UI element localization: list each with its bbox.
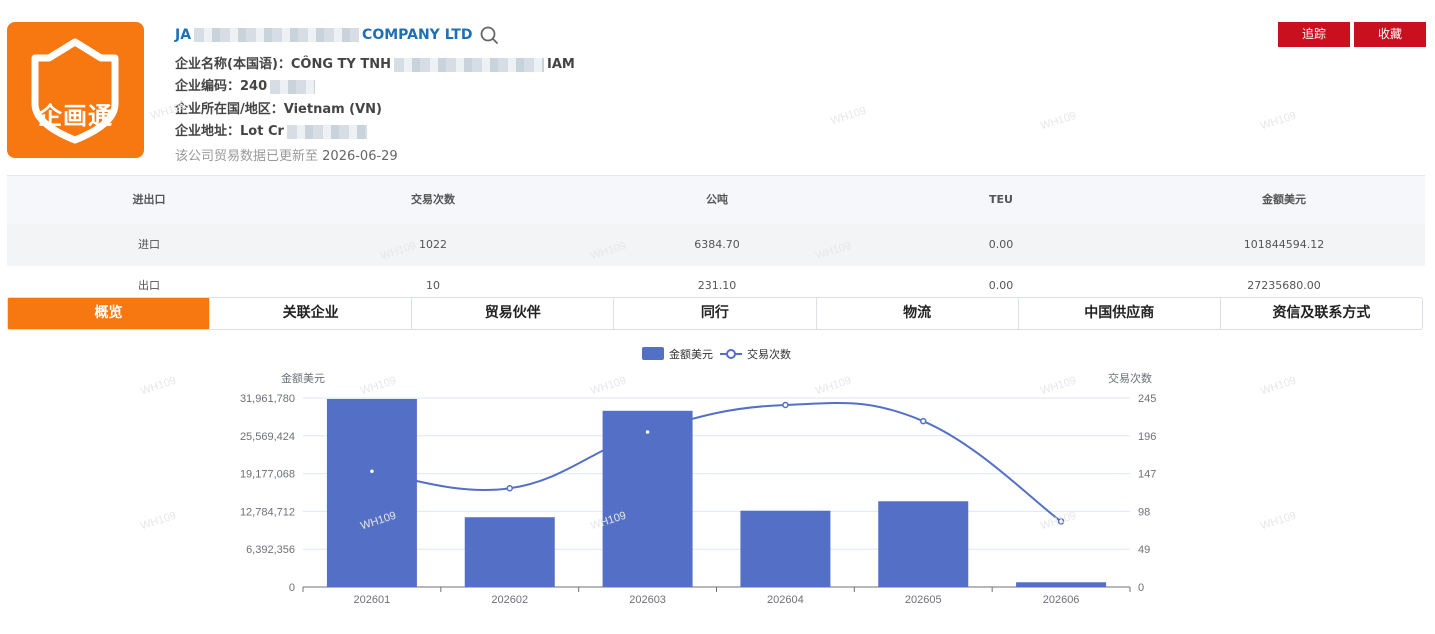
watermark-text: WH109 bbox=[829, 104, 868, 128]
company-logo: 企画通 bbox=[7, 22, 144, 158]
x-tick-label: 202603 bbox=[629, 594, 666, 606]
stats-header-cell: 金额美元 bbox=[1262, 193, 1306, 206]
legend-swatch-count-dot bbox=[726, 349, 736, 359]
stats-cell: 10 bbox=[426, 279, 440, 292]
update-line: 该公司贸易数据已更新至 2026-06-29 bbox=[175, 145, 398, 164]
trade-chart: 0 0 6,392,356 49 12,784,712 98 19,177,068 147 25… bbox=[0, 340, 1435, 634]
watermark-text: WH109 bbox=[1039, 109, 1078, 133]
y-tick-label: 0 bbox=[289, 582, 295, 594]
legend-swatch-amount bbox=[642, 347, 664, 360]
stats-cell: 出口 bbox=[138, 279, 160, 292]
watermark-text: WH109 bbox=[1259, 109, 1298, 133]
bar-202606 bbox=[1016, 582, 1107, 587]
stats-cell: 0.00 bbox=[988, 238, 1014, 251]
y-axis-title: 金额美元 bbox=[281, 371, 325, 385]
stats-cell: 1022 bbox=[419, 238, 447, 251]
legend-label-count: 交易次数 bbox=[747, 347, 791, 361]
redacted-block bbox=[194, 28, 360, 42]
y-tick-label: 19,177,068 bbox=[240, 469, 295, 481]
address-label: 企业地址： bbox=[175, 124, 241, 139]
table-row: 进口 1022 6384.70 0.00 101844594.12 bbox=[7, 224, 1425, 266]
y2-tick-label: 0 bbox=[1138, 582, 1144, 594]
tab-trade-partners[interactable]: 贸易伙伴 bbox=[412, 298, 615, 329]
stats-header-row: 进出口 交易次数 公吨 TEU 金额美元 bbox=[7, 176, 1425, 224]
company-name-prefix: JA bbox=[175, 27, 192, 43]
stats-cell: 231.10 bbox=[697, 279, 737, 292]
y2-tick-label: 147 bbox=[1138, 469, 1156, 481]
country-label: 企业所在国/地区： bbox=[175, 102, 284, 117]
stats-header-cell: 公吨 bbox=[706, 193, 728, 206]
local-name-line: 企业名称(本国语)：CÔNG TY TNH IAM bbox=[175, 53, 575, 72]
line-point-202602 bbox=[506, 485, 513, 492]
x-tick-label: 202601 bbox=[354, 594, 391, 606]
country-value: Vietnam (VN) bbox=[283, 102, 382, 117]
favorite-button[interactable]: 收藏 bbox=[1354, 22, 1426, 47]
stats-cell: 27235680.00 bbox=[1247, 279, 1321, 292]
y-tick-label: 12,784,712 bbox=[240, 506, 295, 518]
tab-peers[interactable]: 同行 bbox=[614, 298, 817, 329]
address-line: 企业地址：Lot Cr bbox=[175, 120, 370, 139]
redacted-block bbox=[394, 57, 544, 72]
tab-bar: 概览 关联企业 贸易伙伴 同行 物流 中国供应商 资信及联系方式 bbox=[7, 297, 1423, 330]
line-point-202605 bbox=[920, 417, 927, 425]
y-tick-label: 25,569,424 bbox=[240, 431, 295, 443]
bar-202602 bbox=[464, 517, 555, 587]
redacted-block bbox=[286, 124, 367, 139]
code-line: 企业编码：240 bbox=[175, 75, 318, 94]
y2-axis-title: 交易次数 bbox=[1108, 371, 1152, 385]
y2-tick-label: 196 bbox=[1138, 431, 1156, 443]
company-name-suffix: COMPANY LTD bbox=[362, 27, 473, 43]
trade-chart-svg: 0 0 6,392,356 49 12,784,712 98 19,177,068 147 25… bbox=[240, 347, 1156, 606]
trade-stats-table: 进出口 交易次数 公吨 TEU 金额美元 进口 1022 6384.70 0.0… bbox=[7, 175, 1425, 298]
bar-202601 bbox=[326, 398, 417, 587]
tab-overview[interactable]: 概览 bbox=[8, 298, 210, 329]
local-name-suffix: IAM bbox=[547, 57, 575, 72]
bar-202604 bbox=[740, 510, 831, 587]
tab-logistics[interactable]: 物流 bbox=[817, 298, 1019, 329]
code-value: 240 bbox=[240, 79, 268, 94]
stats-header-cell: 交易次数 bbox=[411, 193, 455, 206]
x-tick-label: 202605 bbox=[905, 594, 942, 606]
y2-tick-label: 49 bbox=[1138, 544, 1150, 556]
watermark-text: WH109 bbox=[149, 99, 188, 123]
line-point-202601 bbox=[368, 468, 376, 475]
legend-label-amount: 金额美元 bbox=[669, 347, 713, 361]
y2-tick-label: 98 bbox=[1138, 506, 1150, 518]
address-value: Lot Cr bbox=[240, 124, 284, 139]
local-name-prefix: CÔNG TY TNH bbox=[290, 57, 391, 72]
table-row: 出口 10 231.10 0.00 27235680.00 bbox=[7, 266, 1425, 298]
stats-header-cell: 进出口 bbox=[132, 193, 166, 206]
search-icon[interactable] bbox=[479, 25, 499, 45]
shield-icon bbox=[31, 38, 119, 144]
company-name: JA COMPANY LTD bbox=[175, 27, 472, 43]
country-line: 企业所在国/地区：Vietnam (VN) bbox=[175, 98, 382, 117]
y-tick-label: 31,961,780 bbox=[240, 393, 295, 405]
code-label: 企业编码： bbox=[175, 79, 241, 94]
bar-202603 bbox=[602, 410, 693, 587]
tab-credit-contact[interactable]: 资信及联系方式 bbox=[1221, 298, 1422, 329]
update-date: 2026-06-29 bbox=[322, 149, 398, 164]
stats-cell: 0.00 bbox=[988, 279, 1014, 292]
stats-cell: 进口 bbox=[138, 238, 160, 251]
stats-header-cell: TEU bbox=[989, 193, 1013, 206]
x-tick-label: 202604 bbox=[767, 594, 804, 606]
line-point-202603 bbox=[644, 428, 651, 436]
x-tick-label: 202602 bbox=[491, 594, 528, 606]
stats-cell: 101844594.12 bbox=[1243, 238, 1325, 251]
tab-related-companies[interactable]: 关联企业 bbox=[210, 298, 413, 329]
bar-202605 bbox=[878, 501, 969, 587]
track-button[interactable]: 追踪 bbox=[1278, 22, 1350, 47]
x-tick-label: 202606 bbox=[1043, 594, 1080, 606]
update-text: 该公司贸易数据已更新至 bbox=[175, 149, 319, 164]
tab-china-suppliers[interactable]: 中国供应商 bbox=[1019, 298, 1221, 329]
local-name-label: 企业名称(本国语)： bbox=[175, 57, 291, 72]
y-tick-label: 6,392,356 bbox=[246, 544, 295, 556]
y2-tick-label: 245 bbox=[1138, 393, 1156, 405]
redacted-block bbox=[270, 79, 316, 94]
logo-text: 企画通 bbox=[38, 102, 113, 130]
line-point-202604 bbox=[782, 401, 789, 409]
